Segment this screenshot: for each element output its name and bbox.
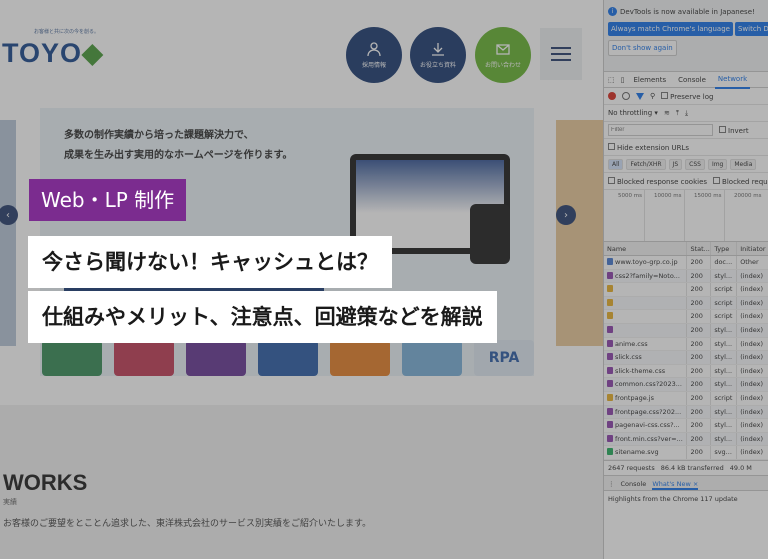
category-badge: Web・LP 制作 — [29, 179, 187, 221]
headline-line-1: 今さら聞けない！キャッシュとは？ — [28, 236, 392, 288]
headline-line-2: 仕組みやメリット、注意点、回避策などを解説 — [28, 291, 497, 343]
